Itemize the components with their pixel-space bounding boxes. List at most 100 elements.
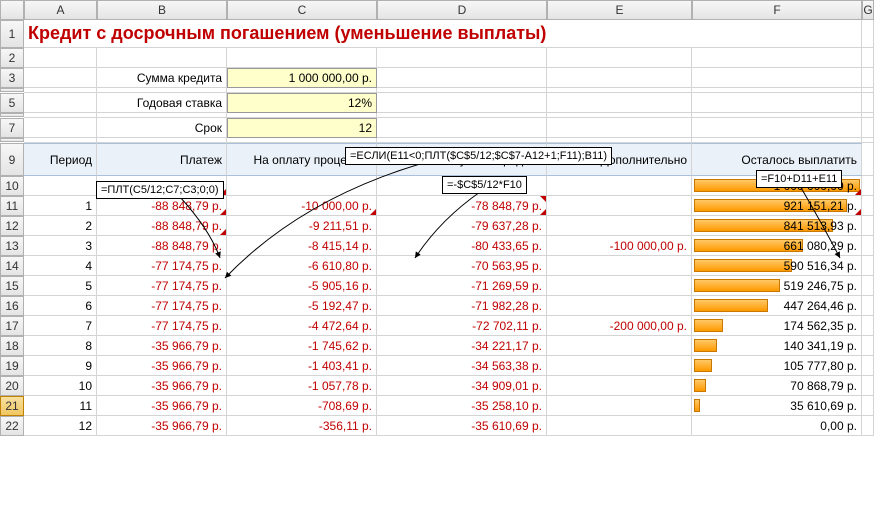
table-cell[interactable]: -72 702,11 р. [377, 316, 547, 336]
row-header-20[interactable]: 20 [0, 376, 24, 396]
row-header-6[interactable] [0, 113, 24, 117]
table-cell[interactable]: 10 [24, 376, 97, 396]
table-cell[interactable] [547, 356, 692, 376]
table-cell[interactable]: -35 258,10 р. [377, 396, 547, 416]
table-cell[interactable] [547, 416, 692, 436]
remaining-cell[interactable]: 841 513,93 р. [692, 216, 862, 236]
row-header-5[interactable]: 5 [0, 93, 24, 113]
table-cell[interactable]: -1 745,62 р. [227, 336, 377, 356]
table-cell[interactable]: 11 [24, 396, 97, 416]
table-cell[interactable]: -77 174,75 р. [97, 316, 227, 336]
row-header-9[interactable]: 9 [0, 143, 24, 176]
table-cell[interactable]: -77 174,75 р. [97, 276, 227, 296]
row-header-18[interactable]: 18 [0, 336, 24, 356]
row-header-8[interactable] [0, 138, 24, 142]
table-cell[interactable]: 6 [24, 296, 97, 316]
row-header-13[interactable]: 13 [0, 236, 24, 256]
col-header-A[interactable]: A [24, 0, 97, 20]
remaining-cell[interactable]: 174 562,35 р. [692, 316, 862, 336]
table-cell[interactable]: -9 211,51 р. [227, 216, 377, 236]
row-header-11[interactable]: 11 [0, 196, 24, 216]
remaining-cell[interactable]: 921 151,21 р. [692, 196, 862, 216]
col-header-G[interactable]: G [862, 0, 874, 20]
row-header-2[interactable]: 2 [0, 48, 24, 68]
table-cell[interactable] [547, 336, 692, 356]
row-header-14[interactable]: 14 [0, 256, 24, 276]
table-cell[interactable]: -71 982,28 р. [377, 296, 547, 316]
remaining-cell[interactable]: 447 264,46 р. [692, 296, 862, 316]
col-header-E[interactable]: E [547, 0, 692, 20]
row-header-17[interactable]: 17 [0, 316, 24, 336]
col-header-B[interactable]: B [97, 0, 227, 20]
table-cell[interactable]: -6 610,80 р. [227, 256, 377, 276]
table-cell[interactable]: -4 472,64 р. [227, 316, 377, 336]
table-cell[interactable] [547, 276, 692, 296]
term-input[interactable]: 12 [227, 118, 377, 138]
table-cell[interactable] [547, 196, 692, 216]
row-header-1[interactable]: 1 [0, 20, 24, 48]
table-cell[interactable]: 8 [24, 336, 97, 356]
table-cell[interactable]: -79 637,28 р. [377, 216, 547, 236]
table-cell[interactable]: 3 [24, 236, 97, 256]
row-header-19[interactable]: 19 [0, 356, 24, 376]
table-cell[interactable]: -88 848,79 р. [97, 216, 227, 236]
table-cell[interactable]: -77 174,75 р. [97, 256, 227, 276]
remaining-cell[interactable]: 590 516,34 р. [692, 256, 862, 276]
table-cell[interactable]: -78 848,79 р. [377, 196, 547, 216]
table-cell[interactable]: -708,69 р. [227, 396, 377, 416]
table-cell[interactable]: -80 433,65 р. [377, 236, 547, 256]
row-header-22[interactable]: 22 [0, 416, 24, 436]
row-header-16[interactable]: 16 [0, 296, 24, 316]
table-cell[interactable]: 5 [24, 276, 97, 296]
table-cell[interactable]: -35 610,69 р. [377, 416, 547, 436]
row-header-12[interactable]: 12 [0, 216, 24, 236]
table-cell[interactable] [547, 256, 692, 276]
table-cell[interactable]: -5 192,47 р. [227, 296, 377, 316]
remaining-cell[interactable]: 35 610,69 р. [692, 396, 862, 416]
table-cell[interactable]: -200 000,00 р. [547, 316, 692, 336]
remaining-cell[interactable]: 105 777,80 р. [692, 356, 862, 376]
row-header-4[interactable] [0, 88, 24, 92]
col-header-C[interactable]: C [227, 0, 377, 20]
table-cell[interactable]: -10 000,00 р. [227, 196, 377, 216]
remaining-cell[interactable]: 70 868,79 р. [692, 376, 862, 396]
table-cell[interactable]: -356,11 р. [227, 416, 377, 436]
table-cell[interactable]: -77 174,75 р. [97, 296, 227, 316]
table-cell[interactable]: -71 269,59 р. [377, 276, 547, 296]
col-header-F[interactable]: F [692, 0, 862, 20]
table-cell[interactable]: -88 848,79 р. [97, 236, 227, 256]
table-cell[interactable]: -35 966,79 р. [97, 336, 227, 356]
sum-input[interactable]: 1 000 000,00 р. [227, 68, 377, 88]
table-cell[interactable]: -88 848,79 р. [97, 196, 227, 216]
remaining-cell[interactable]: 140 341,19 р. [692, 336, 862, 356]
table-cell[interactable]: 2 [24, 216, 97, 236]
row-header-21[interactable]: 21 [0, 396, 24, 416]
table-cell[interactable]: -35 966,79 р. [97, 416, 227, 436]
row-header-10[interactable]: 10 [0, 176, 24, 196]
table-cell[interactable]: -35 966,79 р. [97, 396, 227, 416]
table-cell[interactable] [547, 296, 692, 316]
rate-input[interactable]: 12% [227, 93, 377, 113]
table-cell[interactable]: 9 [24, 356, 97, 376]
table-cell[interactable] [547, 216, 692, 236]
select-all-corner[interactable] [0, 0, 24, 20]
table-cell[interactable]: -70 563,95 р. [377, 256, 547, 276]
table-cell[interactable]: -1 057,78 р. [227, 376, 377, 396]
table-cell[interactable]: -100 000,00 р. [547, 236, 692, 256]
table-cell[interactable]: 7 [24, 316, 97, 336]
table-cell[interactable]: -5 905,16 р. [227, 276, 377, 296]
remaining-cell[interactable]: 661 080,29 р. [692, 236, 862, 256]
table-cell[interactable]: -34 909,01 р. [377, 376, 547, 396]
remaining-cell[interactable]: 519 246,75 р. [692, 276, 862, 296]
table-cell[interactable]: 4 [24, 256, 97, 276]
table-cell[interactable] [547, 396, 692, 416]
col-header-D[interactable]: D [377, 0, 547, 20]
table-cell[interactable]: -8 415,14 р. [227, 236, 377, 256]
table-cell[interactable]: -35 966,79 р. [97, 356, 227, 376]
table-cell[interactable]: -1 403,41 р. [227, 356, 377, 376]
table-cell[interactable] [547, 376, 692, 396]
table-cell[interactable]: 1 [24, 196, 97, 216]
table-cell[interactable]: 12 [24, 416, 97, 436]
table-cell[interactable]: -35 966,79 р. [97, 376, 227, 396]
row-header-15[interactable]: 15 [0, 276, 24, 296]
